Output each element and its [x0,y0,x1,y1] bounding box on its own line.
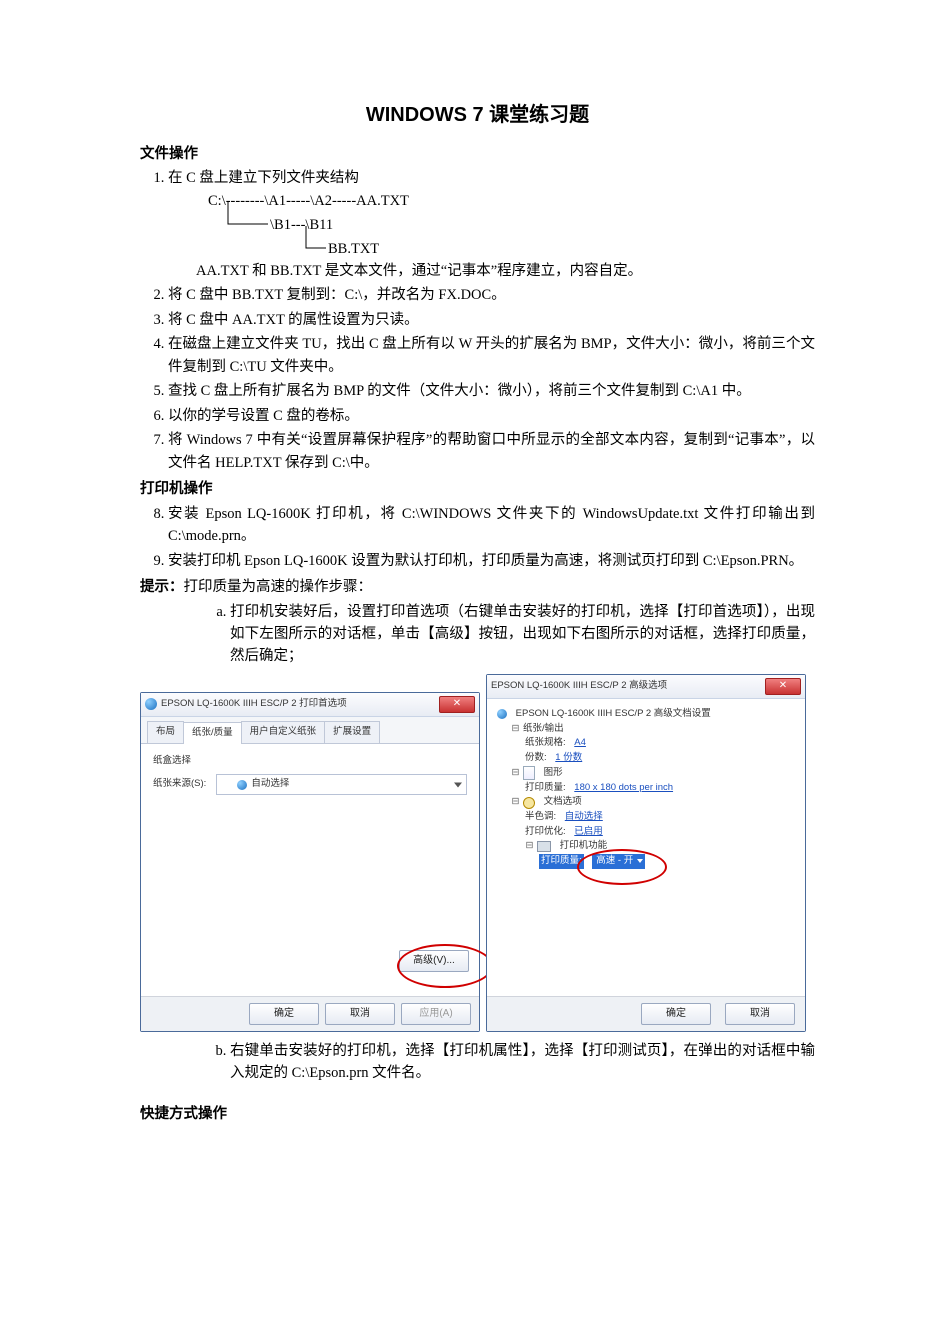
q1-intro: 在 C 盘上建立下列文件夹结构 [168,170,359,186]
tree-row3: BB.TXT [328,238,379,260]
apply-button[interactable]: 应用(A) [401,1003,471,1025]
chevron-down-icon [454,782,462,787]
tray-icon [237,780,247,790]
annotation-circle [577,849,667,885]
item-1: 在 C 盘上建立下列文件夹结构 C:\--------\A1-----\A2--… [168,167,815,282]
exercise-list-2: 安装 Epson LQ-1600K 打印机，将 C:\WINDOWS 文件夹下的… [140,503,815,572]
tab-layout[interactable]: 布局 [147,721,184,743]
document-icon [523,766,535,780]
item-8: 安装 Epson LQ-1600K 打印机，将 C:\WINDOWS 文件夹下的… [168,503,815,548]
exercise-list: 在 C 盘上建立下列文件夹结构 C:\--------\A1-----\A2--… [140,167,815,474]
gear-icon [523,797,535,809]
item-5: 查找 C 盘上所有扩展名为 BMP 的文件（文件大小：微小），将前三个文件复制到… [168,380,815,402]
page-title: WINDOWS 7 课堂练习题 [140,100,815,131]
item-7: 将 Windows 7 中有关“设置屏幕保护程序”的帮助窗口中所显示的全部文本内… [168,429,815,474]
printer-small-icon [537,841,551,852]
hint-label: 提示： [140,579,184,595]
optimize-value[interactable]: 已启用 [574,825,603,840]
ok-button[interactable]: 确定 [249,1003,319,1025]
close-button[interactable]: ✕ [765,678,801,695]
optimize-label: 打印优化: [525,825,566,840]
step-a: 打印机安装好后，设置打印首选项（右键单击安装好的打印机，选择【打印首选项】），出… [230,601,815,668]
dlg1-body: 纸盒选择 纸张来源(S): 自动选择 高级(V)... [141,744,479,1006]
tab-custom-paper[interactable]: 用户自定义纸张 [241,721,326,743]
halftone-value[interactable]: 自动选择 [565,810,603,825]
advanced-options-dialog: EPSON LQ-1600K IIIH ESC/P 2 高级选项 ✕ EPSON… [486,674,806,1032]
item-3: 将 C 盘中 AA.TXT 的属性设置为只读。 [168,309,815,331]
item-2: 将 C 盘中 BB.TXT 复制到：C:\，并改名为 FX.DOC。 [168,284,815,306]
cancel-button[interactable]: 取消 [725,1003,795,1025]
figures-row: EPSON LQ-1600K IIIH ESC/P 2 打印首选项 ✕ 布局 纸… [140,674,815,1032]
item-9: 安装打印机 Epson LQ-1600K 设置为默认打印机，打印质量为高速，将测… [168,550,815,572]
hint-line: 提示：打印质量为高速的操作步骤： [140,576,815,598]
tray-source-select[interactable]: 自动选择 [216,774,467,795]
item-4: 在磁盘上建立文件夹 TU，找出 C 盘上所有以 W 开头的扩展名为 BMP，文件… [168,333,815,378]
q1-tail: AA.TXT 和 BB.TXT 是文本文件，通过“记事本”程序建立，内容自定。 [196,260,815,282]
hint-steps: 打印机安装好后，设置打印首选项（右键单击安装好的打印机，选择【打印首选项】），出… [140,601,815,668]
dlg2-title: EPSON LQ-1600K IIIH ESC/P 2 高级选项 [491,679,667,694]
titlebar: EPSON LQ-1600K IIIH ESC/P 2 高级选项 ✕ [487,675,805,699]
close-button[interactable]: ✕ [439,696,475,713]
paper-size-label: 纸张规格: [525,736,566,751]
tab-extend[interactable]: 扩展设置 [324,721,380,743]
tab-paper-quality[interactable]: 纸张/质量 [183,722,242,744]
tray-source-label: 纸张来源(S): [153,777,206,792]
print-res-value[interactable]: 180 x 180 dots per inch [574,781,673,796]
folder-tree: C:\--------\A1-----\A2-----AA.TXT \B1---… [208,190,815,260]
options-tree: EPSON LQ-1600K IIIH ESC/P 2 高级文档设置 ⊟纸张/输… [497,707,795,869]
tray-section-label: 纸盒选择 [153,754,467,769]
dlg2-footer: 确定 取消 [487,996,805,1031]
tree-row2: \B1---\B11 [270,214,333,236]
annotation-circle [397,944,493,988]
collapse-icon[interactable]: ⊟ [511,722,520,737]
group-graphic: 图形 [544,766,563,781]
dlg2-body: EPSON LQ-1600K IIIH ESC/P 2 高级文档设置 ⊟纸张/输… [487,699,805,1005]
item-6: 以你的学号设置 C 盘的卷标。 [168,405,815,427]
titlebar: EPSON LQ-1600K IIIH ESC/P 2 打印首选项 ✕ [141,693,479,717]
tree-row1: C:\--------\A1-----\A2-----AA.TXT [208,190,409,212]
printer-icon [145,698,157,710]
group-docopts: 文档选项 [544,795,582,810]
document-page: WINDOWS 7 课堂练习题 文件操作 在 C 盘上建立下列文件夹结构 C:\… [0,0,945,1337]
copies-label: 份数: [525,751,547,766]
collapse-icon[interactable]: ⊟ [511,766,520,781]
hint-steps-2: 右键单击安装好的打印机，选择【打印机属性】，选择【打印测试页】，在弹出的对话框中… [140,1040,815,1085]
tabs: 布局 纸张/质量 用户自定义纸张 扩展设置 [141,717,479,744]
print-prefs-dialog: EPSON LQ-1600K IIIH ESC/P 2 打印首选项 ✕ 布局 纸… [140,692,480,1032]
collapse-icon[interactable]: ⊟ [525,839,534,854]
dlg1-title: EPSON LQ-1600K IIIH ESC/P 2 打印首选项 [161,697,347,712]
tree-root: EPSON LQ-1600K IIIH ESC/P 2 高级文档设置 [516,707,711,722]
print-res-label: 打印质量: [525,781,566,796]
ok-button[interactable]: 确定 [641,1003,711,1025]
section-shortcut-ops: 快捷方式操作 [140,1103,815,1125]
group-paper: 纸张/输出 [523,722,564,737]
section-printer-ops: 打印机操作 [140,478,815,500]
printer-icon [497,709,507,719]
tray-source-value: 自动选择 [251,777,289,792]
paper-size-value[interactable]: A4 [574,736,586,751]
section-file-ops: 文件操作 [140,143,815,165]
copies-value[interactable]: 1 份数 [555,751,582,766]
cancel-button[interactable]: 取消 [325,1003,395,1025]
dlg1-footer: 确定 取消 应用(A) [141,996,479,1031]
step-b: 右键单击安装好的打印机，选择【打印机属性】，选择【打印测试页】，在弹出的对话框中… [230,1040,815,1085]
hint-tail: 打印质量为高速的操作步骤： [184,579,373,595]
collapse-icon[interactable]: ⊟ [511,795,520,810]
halftone-label: 半色调: [525,810,556,825]
